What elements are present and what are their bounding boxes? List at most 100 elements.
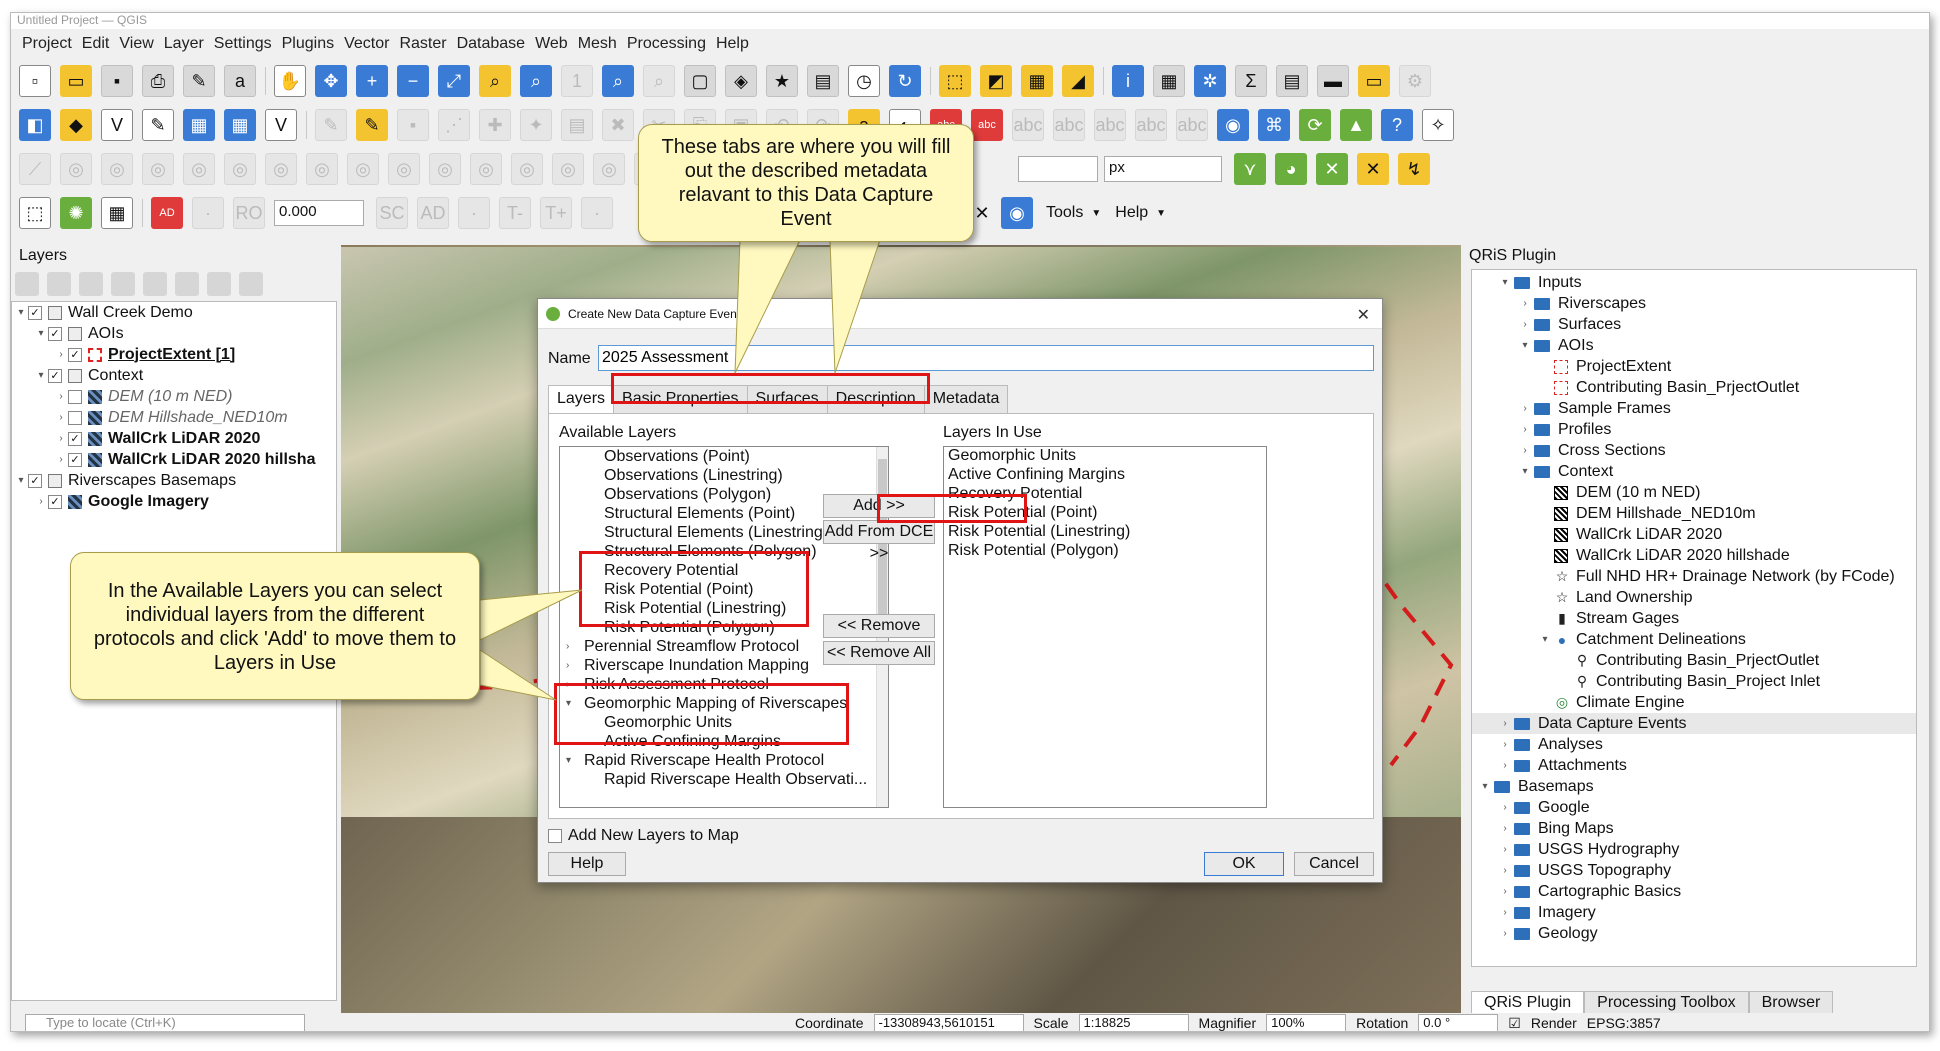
shape-ad2-icon[interactable]: AD <box>417 197 449 229</box>
menu-plugins[interactable]: Plugins <box>277 35 339 53</box>
qris-tree-item[interactable]: ☆ Full NHD HR+ Drainage Network (by FCode… <box>1472 566 1916 587</box>
delete-ring-icon[interactable]: ◎ <box>306 153 338 185</box>
expand-icon[interactable]: › <box>54 349 68 360</box>
layer-item[interactable]: › DEM (10 m NED) <box>12 386 336 407</box>
move-feature-icon[interactable]: ◎ <box>60 153 92 185</box>
qris-tree-item[interactable]: ⚲ Contributing Basin_Project Inlet <box>1472 671 1916 692</box>
qris-tree-item[interactable]: › Data Capture Events <box>1472 713 1916 734</box>
advanced-digitize-icon[interactable]: ⟋ <box>19 153 51 185</box>
expand-icon[interactable]: › <box>1496 865 1514 876</box>
menu-view[interactable]: View <box>114 35 158 53</box>
open-project-icon[interactable]: ▭ <box>60 65 92 97</box>
expand-icon[interactable]: › <box>566 641 584 652</box>
simplify-icon[interactable]: ◎ <box>142 153 174 185</box>
expand-icon[interactable]: › <box>54 433 68 444</box>
deselect-icon[interactable]: ▦ <box>1021 65 1053 97</box>
label-show-icon[interactable]: abc <box>1053 109 1085 141</box>
expand-icon[interactable]: › <box>1516 445 1534 456</box>
expand-icon[interactable]: › <box>1496 886 1514 897</box>
qris-tree-item[interactable]: › Surfaces <box>1472 314 1916 335</box>
qris-tree-item[interactable]: ▮ Stream Gages <box>1472 608 1916 629</box>
qris-tree-item[interactable]: › Google <box>1472 797 1916 818</box>
settings-icon[interactable]: ⚙ <box>1399 65 1431 97</box>
new-3d-view-icon[interactable]: ◈ <box>725 65 757 97</box>
collapse-icon[interactable]: ▾ <box>34 328 48 339</box>
layer-visibility-checkbox[interactable]: ✓ <box>68 431 82 446</box>
select-location-icon[interactable]: ◢ <box>1062 65 1094 97</box>
plugin-reloader-icon[interactable]: ⟳ <box>1299 109 1331 141</box>
layer-item[interactable]: ▾ ✓ Riverscapes Basemaps <box>12 470 336 491</box>
filter-icon[interactable] <box>111 272 135 296</box>
layer-visibility-checkbox[interactable]: ✓ <box>28 305 42 320</box>
locator-input[interactable]: Type to locate (Ctrl+K) <box>25 1014 305 1031</box>
qris-tree-item[interactable]: DEM Hillshade_NED10m <box>1472 503 1916 524</box>
collapse-icon[interactable]: ▾ <box>1476 781 1494 792</box>
magnifier-field[interactable]: 100% <box>1266 1014 1347 1031</box>
menu-help[interactable]: Help <box>711 35 754 53</box>
add-group-icon[interactable] <box>47 272 71 296</box>
add-mesh-icon[interactable]: V <box>265 109 297 141</box>
add-feature-icon[interactable]: ✚ <box>479 109 511 141</box>
style-panel-icon[interactable] <box>15 272 39 296</box>
new-bookmark-icon[interactable]: ★ <box>766 65 798 97</box>
split-features-icon[interactable]: ◎ <box>470 153 502 185</box>
new-spatialite-icon[interactable]: ✎ <box>142 109 174 141</box>
layer-visibility-checkbox[interactable]: ✓ <box>68 347 82 362</box>
add-raster-icon[interactable]: ▦ <box>224 109 256 141</box>
qris-tree-item[interactable]: › USGS Topography <box>1472 860 1916 881</box>
qris-tree-item[interactable]: › Cross Sections <box>1472 440 1916 461</box>
layer-visibility-checkbox[interactable]: ✓ <box>48 494 62 509</box>
new-print-layout-icon[interactable]: ⎙ <box>142 65 174 97</box>
layer-in-use-item[interactable]: Active Confining Margins <box>948 466 1266 485</box>
menu-edit[interactable]: Edit <box>77 35 115 53</box>
layer-visibility-checkbox[interactable]: ✓ <box>48 368 62 383</box>
riverscapes-logo-icon[interactable]: ◉ <box>1001 197 1033 229</box>
menu-vector[interactable]: Vector <box>339 35 394 53</box>
help-contents-icon[interactable]: ? <box>1381 109 1413 141</box>
protocol-group[interactable]: ▾ Rapid Riverscape Health Protocol <box>560 751 888 770</box>
expand-icon[interactable]: › <box>1496 739 1514 750</box>
layout-manager-icon[interactable]: ✎ <box>183 65 215 97</box>
collapse-all-icon[interactable] <box>207 272 231 296</box>
available-layer-item[interactable]: Rapid Riverscape Health Observati... <box>560 770 888 789</box>
terrain-profile-icon[interactable]: ▲ <box>1340 109 1372 141</box>
tracing-icon[interactable]: ✕ <box>1357 153 1389 185</box>
layer-item[interactable]: ▾ ✓ AOIs <box>12 323 336 344</box>
qris-tree-item[interactable]: WallCrk LiDAR 2020 <box>1472 524 1916 545</box>
qris-tree-item[interactable]: › USGS Hydrography <box>1472 839 1916 860</box>
shape-faded-2-icon[interactable]: · <box>458 197 490 229</box>
snapping-intersection-icon[interactable]: ◕ <box>1275 153 1307 185</box>
name-input[interactable] <box>598 345 1374 371</box>
menu-raster[interactable]: Raster <box>394 35 451 53</box>
layer-visibility-checkbox[interactable] <box>68 389 82 404</box>
expand-icon[interactable]: › <box>1496 802 1514 813</box>
label-change-icon[interactable]: abc <box>1176 109 1208 141</box>
save-edits-icon[interactable]: ▪ <box>397 109 429 141</box>
qris-tree-item[interactable]: ◎ Climate Engine <box>1472 692 1916 713</box>
layer-visibility-checkbox[interactable]: ✓ <box>68 452 82 467</box>
digitize-icon[interactable]: ⋰ <box>438 109 470 141</box>
layer-item[interactable]: › ✓ WallCrk LiDAR 2020 <box>12 428 336 449</box>
shape-ad-icon[interactable]: AD <box>151 197 183 229</box>
rotation-field[interactable]: 0.0 ° <box>1418 1014 1499 1031</box>
crs-button[interactable]: EPSG:3857 <box>1587 1015 1661 1031</box>
collapse-icon[interactable]: ▾ <box>14 475 28 486</box>
statistics-icon[interactable]: Σ <box>1235 65 1267 97</box>
qris-tree-item[interactable]: ▾ ● Catchment Delineations <box>1472 629 1916 650</box>
shape-faded-1-icon[interactable]: · <box>192 197 224 229</box>
zoom-in-icon[interactable]: + <box>356 65 388 97</box>
select-by-value-icon[interactable]: ◩ <box>980 65 1012 97</box>
expand-icon[interactable]: › <box>1496 823 1514 834</box>
split-parts-icon[interactable]: ◎ <box>511 153 543 185</box>
tab-metadata[interactable]: Metadata <box>923 385 1009 415</box>
qris-tree-item[interactable]: DEM (10 m NED) <box>1472 482 1916 503</box>
refresh-icon[interactable]: ↻ <box>889 65 921 97</box>
snapping-units-select[interactable]: px <box>1104 156 1222 182</box>
close-icon[interactable]: ✕ <box>1357 305 1370 325</box>
menu-processing[interactable]: Processing <box>622 35 711 53</box>
qris-tree-item[interactable]: ▾ Context <box>1472 461 1916 482</box>
qris-tree-item[interactable]: › Bing Maps <box>1472 818 1916 839</box>
map-tips-icon[interactable]: ▭ <box>1358 65 1390 97</box>
label-move-icon[interactable]: abc <box>1094 109 1126 141</box>
add-vector-icon[interactable]: ▦ <box>183 109 215 141</box>
